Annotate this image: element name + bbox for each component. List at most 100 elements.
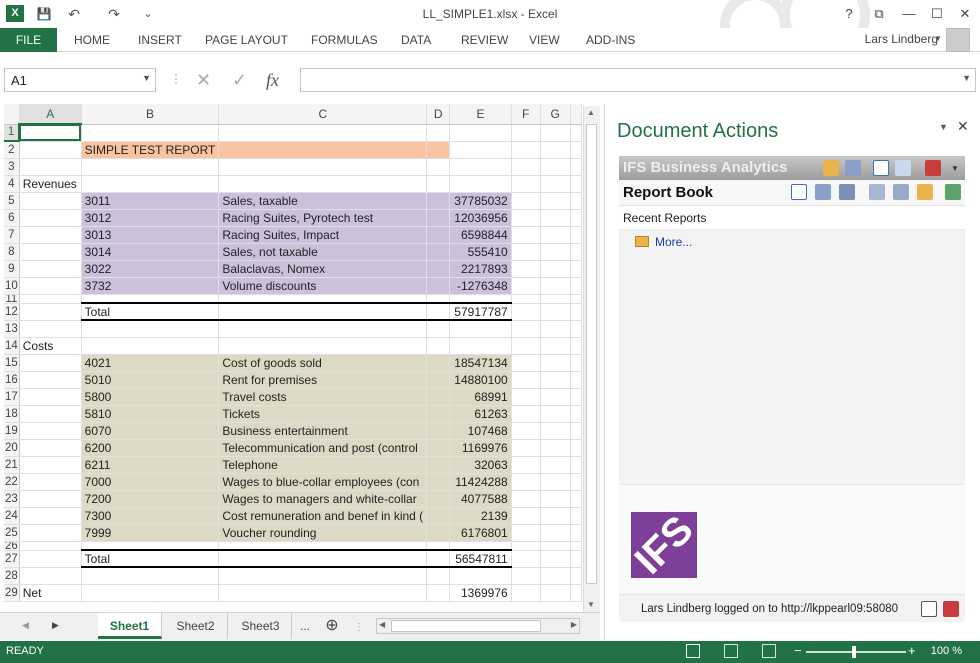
tab-add-ins[interactable]: ADD-INS bbox=[576, 28, 645, 52]
cell-g[interactable] bbox=[540, 541, 571, 551]
cell-b[interactable]: 5800 bbox=[81, 388, 220, 406]
close-button[interactable]: ✕ bbox=[952, 3, 978, 25]
cell-b[interactable] bbox=[81, 175, 220, 193]
cell-a[interactable] bbox=[19, 141, 82, 159]
cell-d[interactable] bbox=[426, 524, 451, 542]
cell-b[interactable]: Total bbox=[81, 549, 220, 568]
cell-h[interactable] bbox=[570, 294, 582, 304]
cell-h[interactable] bbox=[570, 473, 582, 491]
cell-e[interactable] bbox=[449, 175, 512, 193]
cell-a[interactable] bbox=[19, 354, 82, 372]
cell-g[interactable] bbox=[540, 294, 571, 304]
paste-icon[interactable] bbox=[893, 184, 909, 200]
row-header[interactable]: 11 bbox=[4, 294, 20, 304]
cell-g[interactable] bbox=[540, 524, 571, 542]
cell-f[interactable] bbox=[511, 192, 541, 210]
cell-h[interactable] bbox=[570, 260, 582, 278]
row-header[interactable]: 27 bbox=[4, 550, 20, 568]
row-header[interactable]: 28 bbox=[4, 567, 20, 585]
cell-h[interactable] bbox=[570, 243, 582, 261]
cell-e[interactable]: 1369976 bbox=[449, 584, 512, 602]
cell-c[interactable]: Cost of goods sold bbox=[218, 354, 428, 372]
cell-f[interactable] bbox=[511, 226, 541, 244]
cell-f[interactable] bbox=[511, 294, 541, 304]
row-header[interactable]: 12 bbox=[4, 303, 20, 321]
row-header[interactable]: 6 bbox=[4, 209, 20, 227]
next-sheet-icon[interactable]: ▶ bbox=[52, 620, 59, 631]
cell-h[interactable] bbox=[570, 567, 582, 585]
cell-h[interactable] bbox=[570, 490, 582, 508]
user-name[interactable]: Lars Lindberg bbox=[865, 32, 938, 46]
cell-a[interactable] bbox=[19, 371, 82, 389]
column-header[interactable]: D bbox=[426, 104, 451, 125]
cell-h[interactable] bbox=[570, 277, 582, 295]
cell-d[interactable] bbox=[426, 124, 451, 142]
cell-a[interactable] bbox=[19, 490, 82, 508]
preview-icon[interactable] bbox=[815, 184, 831, 200]
cell-e[interactable]: 107468 bbox=[449, 422, 512, 440]
cell-f[interactable] bbox=[511, 371, 541, 389]
cell-f[interactable] bbox=[511, 320, 541, 338]
cell-h[interactable] bbox=[570, 175, 582, 193]
cell-f[interactable] bbox=[511, 405, 541, 423]
cell-e[interactable]: 4077588 bbox=[449, 490, 512, 508]
cell-a[interactable] bbox=[19, 405, 82, 423]
cell-g[interactable] bbox=[540, 550, 571, 568]
cell-d[interactable] bbox=[426, 507, 451, 525]
column-header[interactable] bbox=[570, 104, 582, 125]
cell-g[interactable] bbox=[540, 124, 571, 142]
cell-b[interactable] bbox=[81, 124, 220, 142]
cell-d[interactable] bbox=[426, 567, 451, 585]
more-link[interactable]: More... bbox=[655, 235, 692, 249]
cell-g[interactable] bbox=[540, 456, 571, 474]
cell-e[interactable]: 56547811 bbox=[449, 549, 512, 568]
cell-h[interactable] bbox=[570, 439, 582, 457]
cell-g[interactable] bbox=[540, 422, 571, 440]
page-layout-view-icon[interactable] bbox=[724, 644, 738, 658]
cell-d[interactable] bbox=[426, 371, 451, 389]
previous-sheet-icon[interactable]: ◀ bbox=[22, 620, 29, 631]
cell-c[interactable]: Sales, taxable bbox=[218, 192, 428, 210]
cell-b[interactable]: 7300 bbox=[81, 507, 220, 525]
cell-a[interactable] bbox=[19, 567, 82, 585]
cell-c[interactable]: Business entertainment bbox=[218, 422, 428, 440]
cell-g[interactable] bbox=[540, 226, 571, 244]
row-header[interactable]: 19 bbox=[4, 422, 20, 440]
cell-e[interactable]: 6176801 bbox=[449, 524, 512, 542]
cell-b[interactable]: 6200 bbox=[81, 439, 220, 457]
cell-d[interactable] bbox=[426, 260, 451, 278]
cell-a[interactable] bbox=[19, 303, 82, 321]
cell-c[interactable] bbox=[218, 320, 428, 338]
cell-g[interactable] bbox=[540, 439, 571, 457]
cell-f[interactable] bbox=[511, 175, 541, 193]
cell-d[interactable] bbox=[426, 549, 451, 568]
cell-a[interactable]: Costs bbox=[19, 337, 82, 355]
cell-b[interactable] bbox=[81, 158, 220, 176]
cell-g[interactable] bbox=[540, 209, 571, 227]
row-header[interactable]: 5 bbox=[4, 192, 20, 210]
layout-icon[interactable] bbox=[873, 160, 889, 176]
cell-h[interactable] bbox=[570, 456, 582, 474]
tab-review[interactable]: REVIEW bbox=[451, 28, 518, 52]
copy-icon[interactable] bbox=[869, 184, 885, 200]
cell-f[interactable] bbox=[511, 260, 541, 278]
cell-c[interactable]: Telephone bbox=[218, 456, 428, 474]
cell-f[interactable] bbox=[511, 354, 541, 372]
cell-c[interactable] bbox=[218, 584, 428, 602]
cell-d[interactable] bbox=[426, 388, 451, 406]
cell-c[interactable] bbox=[218, 549, 428, 568]
column-header[interactable]: F bbox=[511, 104, 541, 125]
row-header[interactable]: 21 bbox=[4, 456, 20, 474]
cell-a[interactable]: Revenues bbox=[19, 175, 82, 193]
cell-g[interactable] bbox=[540, 388, 571, 406]
cell-h[interactable] bbox=[570, 209, 582, 227]
maximize-button[interactable]: ☐ bbox=[924, 3, 950, 25]
row-header[interactable]: 15 bbox=[4, 354, 20, 372]
cell-a[interactable] bbox=[19, 209, 82, 227]
column-header[interactable]: A bbox=[19, 104, 82, 125]
cell-h[interactable] bbox=[570, 141, 582, 159]
cell-d[interactable] bbox=[426, 473, 451, 491]
cell-b[interactable]: 3013 bbox=[81, 226, 220, 244]
cell-a[interactable] bbox=[19, 226, 82, 244]
cell-f[interactable] bbox=[511, 507, 541, 525]
